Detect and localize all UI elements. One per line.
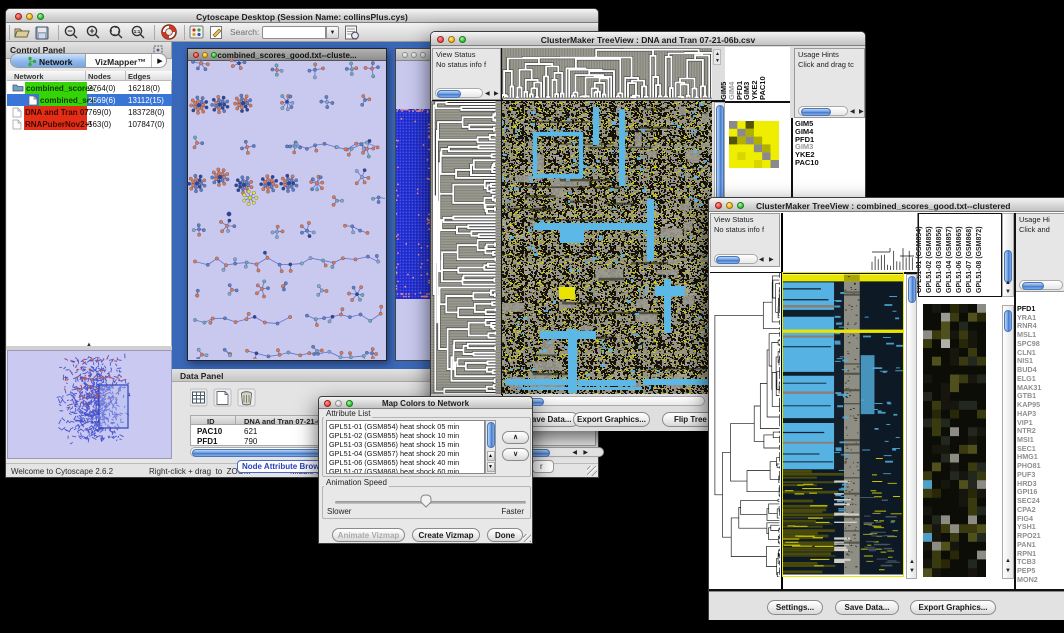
svg-text:Search:: Search: (230, 27, 259, 37)
svg-text:1:1: 1:1 (134, 29, 141, 34)
